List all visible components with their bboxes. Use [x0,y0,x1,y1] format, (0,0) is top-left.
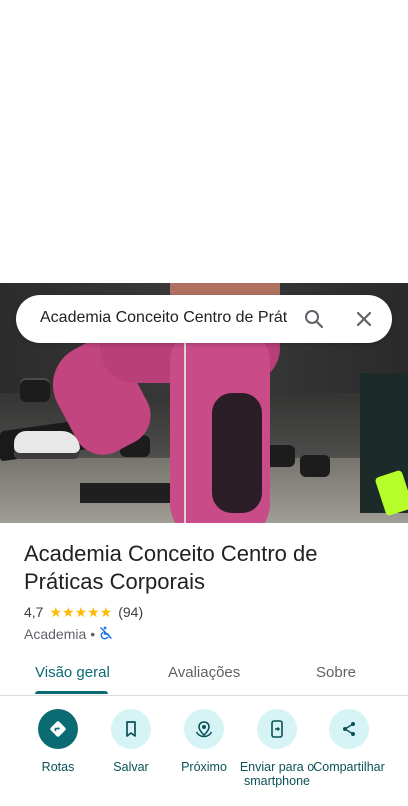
send-to-phone-label: Enviar para o smartphone [239,760,315,788]
cable [184,323,186,523]
directions-label: Rotas [41,760,75,774]
nearby-label: Próximo [181,760,227,774]
tab-overview[interactable]: Visão geral [35,664,110,681]
sneaker [14,431,80,459]
place-category: Academia [24,626,87,642]
rating-row[interactable]: 4,7 ★★★★★ (94) [24,603,143,621]
share-icon [329,709,369,749]
map-blank-area [0,0,408,283]
separator: • [90,626,96,642]
rating-value: 4,7 [24,604,44,620]
mesh-panel [212,393,262,513]
active-tab-indicator [35,691,108,694]
share-label: Compartilhar [313,760,385,774]
category-row: Academia • [24,625,113,643]
action-bar: Rotas Salvar Próximo Enviar para o smart… [0,696,408,806]
tab-reviews[interactable]: Avaliações [168,664,240,681]
directions-icon [38,709,78,749]
send-to-phone-icon [257,709,297,749]
save-label: Salvar [113,760,149,774]
save-button[interactable]: Salvar [93,709,169,774]
tab-about[interactable]: Sobre [316,664,356,681]
search-bar[interactable]: Academia Conceito Centro de Prátic [16,295,392,343]
dumbbell [20,378,50,402]
share-button[interactable]: Compartilhar [311,709,387,774]
rating-stars: ★★★★★ [49,603,113,620]
search-icon[interactable] [302,307,326,331]
not-wheelchair-accessible-icon [99,626,113,643]
tab-bar: Visão geral Avaliações Sobre [0,650,408,696]
bookmark-icon [111,709,151,749]
close-icon[interactable] [352,307,376,331]
nearby-button[interactable]: Próximo [166,709,242,774]
send-to-phone-button[interactable]: Enviar para o smartphone [239,709,315,788]
review-count: (94) [118,604,144,620]
place-title: Academia Conceito Centro de Práticas Cor… [24,541,318,594]
search-input[interactable]: Academia Conceito Centro de Prátic [40,309,288,331]
dumbbell [300,453,330,477]
nearby-icon [184,709,224,749]
directions-button[interactable]: Rotas [20,709,96,774]
